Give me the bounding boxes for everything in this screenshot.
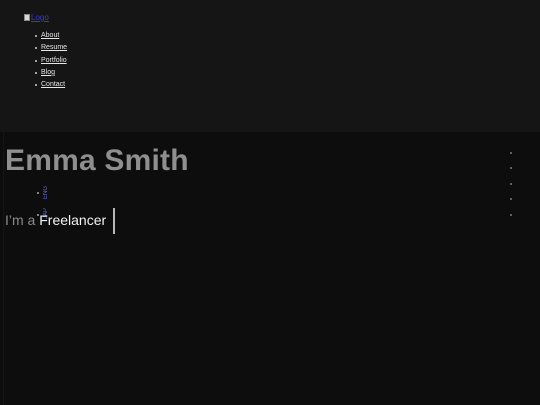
tagline-role: Freelancer <box>39 212 107 228</box>
language-item-eng: ENG <box>37 186 53 208</box>
logo-link[interactable]: Logo <box>24 13 49 22</box>
typing-cursor <box>113 208 115 234</box>
broken-image-icon <box>24 14 30 21</box>
section-dot[interactable] <box>510 167 512 170</box>
nav-link-about[interactable]: About <box>41 32 59 39</box>
nav-item-blog: Blog <box>34 67 67 79</box>
nav-link-portfolio[interactable]: Portfolio <box>41 57 67 64</box>
language-link-eng[interactable]: ENG <box>43 186 49 199</box>
section-dot-nav <box>510 152 512 229</box>
section-dot[interactable] <box>510 182 512 185</box>
nav-link-resume[interactable]: Resume <box>41 44 67 51</box>
tagline-prefix: I’m a <box>5 212 40 228</box>
nav-item-contact: Contact <box>34 79 67 91</box>
section-dot[interactable] <box>510 198 512 201</box>
hero-tagline: I’m a Freelancer <box>5 212 106 228</box>
nav-item-resume: Resume <box>34 42 67 54</box>
site-header: Logo About Resume Portfolio Blog Contact <box>0 0 540 132</box>
nav-item-about: About <box>34 30 67 42</box>
logo-alt-text: Logo <box>31 13 49 22</box>
hero-section: Emma Smith ENG JAP I’m a Freelancer <box>3 132 540 405</box>
main-nav: About Resume Portfolio Blog Contact <box>34 30 67 91</box>
hero-name: Emma Smith <box>5 144 189 177</box>
section-dot[interactable] <box>510 213 512 216</box>
nav-link-blog[interactable]: Blog <box>41 69 55 76</box>
section-dot[interactable] <box>510 152 512 154</box>
nav-link-contact[interactable]: Contact <box>41 81 65 88</box>
nav-item-portfolio: Portfolio <box>34 55 67 67</box>
